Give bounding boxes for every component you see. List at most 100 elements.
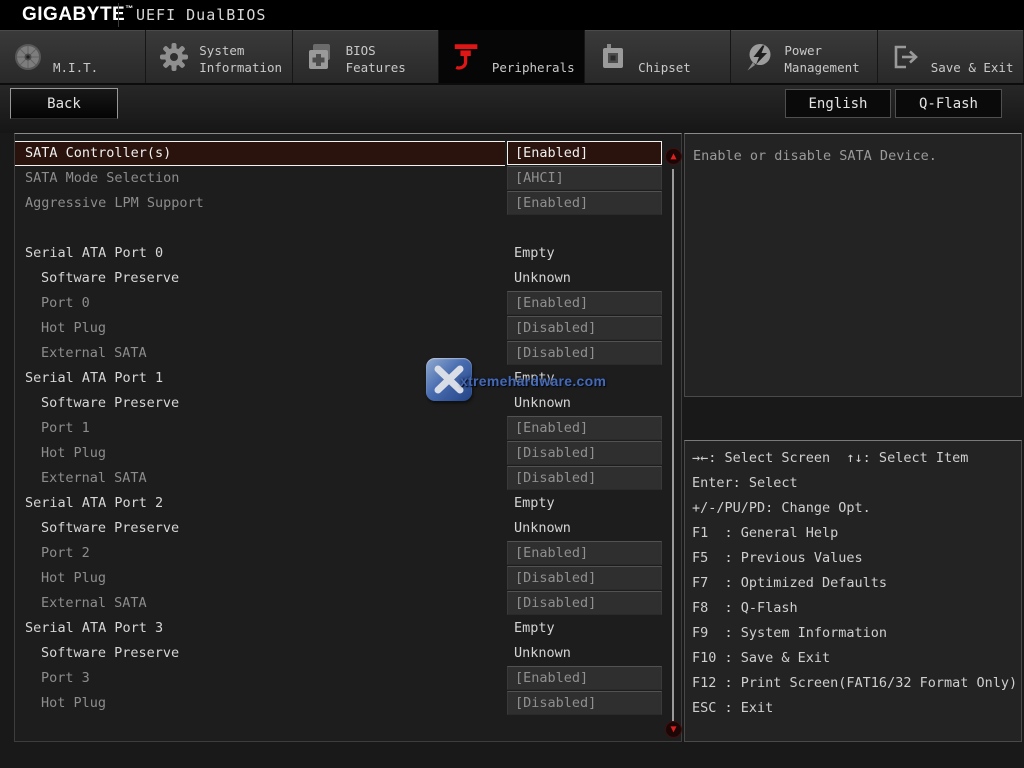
item-help-text: Enable or disable SATA Device. xyxy=(693,146,1013,166)
hotkey-line: F12 : Print Screen(FAT16/32 Format Only) xyxy=(692,671,1021,696)
setting-row[interactable]: Port 0[Enabled] xyxy=(15,291,681,316)
tab-system-information[interactable]: SystemInformation xyxy=(146,30,292,83)
header-divider xyxy=(118,3,119,27)
setting-label: Aggressive LPM Support xyxy=(15,191,507,216)
save-exit-icon xyxy=(890,41,922,73)
setting-label: Serial ATA Port 1 xyxy=(15,366,507,391)
bios-chip-icon xyxy=(305,41,337,73)
power-bolt-icon xyxy=(743,41,775,73)
setting-row[interactable]: External SATA[Disabled] xyxy=(15,341,681,366)
item-help-panel: Enable or disable SATA Device. xyxy=(684,133,1022,397)
setting-value[interactable]: [Disabled] xyxy=(507,316,662,340)
setting-value[interactable]: [Disabled] xyxy=(507,691,662,715)
setting-row[interactable]: SATA Mode Selection[AHCI] xyxy=(15,166,681,191)
back-button[interactable]: Back xyxy=(10,88,118,119)
tab-label: Peripherals xyxy=(492,38,575,76)
setting-value[interactable]: [AHCI] xyxy=(507,166,662,190)
setting-label: Software Preserve xyxy=(15,266,507,291)
setting-value: Unknown xyxy=(507,391,662,416)
setting-value[interactable]: [Enabled] xyxy=(507,291,662,315)
setting-row[interactable]: Hot Plug[Disabled] xyxy=(15,441,681,466)
setting-label: Port 0 xyxy=(15,291,507,316)
setting-value[interactable]: [Disabled] xyxy=(507,441,662,465)
setting-label: External SATA xyxy=(15,591,507,616)
tab-label: SystemInformation xyxy=(199,38,282,76)
tab-power-management[interactable]: PowerManagement xyxy=(731,30,877,83)
page-title: UEFI DualBIOS xyxy=(136,6,266,24)
setting-row[interactable]: External SATA[Disabled] xyxy=(15,466,681,491)
setting-label: Hot Plug xyxy=(15,691,507,716)
setting-label: Serial ATA Port 2 xyxy=(15,491,507,516)
setting-value[interactable]: [Enabled] xyxy=(507,416,662,440)
setting-value[interactable]: [Disabled] xyxy=(507,466,662,490)
setting-value[interactable]: [Enabled] xyxy=(507,666,662,690)
scroll-down-icon[interactable]: ▼ xyxy=(665,721,682,738)
setting-row[interactable]: Port 3[Enabled] xyxy=(15,666,681,691)
hotkey-line: F9 : System Information xyxy=(692,621,1021,646)
tab-chipset[interactable]: Chipset xyxy=(585,30,731,83)
hotkey-line: F8 : Q-Flash xyxy=(692,596,1021,621)
setting-value: Empty xyxy=(507,616,662,641)
language-button[interactable]: English xyxy=(785,89,891,118)
setting-value[interactable]: [Disabled] xyxy=(507,566,662,590)
setting-value: Unknown xyxy=(507,266,662,291)
setting-label: SATA Mode Selection xyxy=(15,166,507,191)
hotkey-line: F5 : Previous Values xyxy=(692,546,1021,571)
setting-value[interactable]: [Enabled] xyxy=(507,541,662,565)
peripherals-plug-icon xyxy=(451,41,483,73)
setting-row[interactable]: Port 2[Enabled] xyxy=(15,541,681,566)
gear-icon xyxy=(158,41,190,73)
setting-row: Serial ATA Port 1Empty xyxy=(15,366,681,391)
settings-list: SATA Controller(s)[Enabled]SATA Mode Sel… xyxy=(15,134,681,716)
setting-row[interactable]: Aggressive LPM Support[Enabled] xyxy=(15,191,681,216)
setting-value[interactable]: [Enabled] xyxy=(507,191,662,215)
setting-row[interactable]: External SATA[Disabled] xyxy=(15,591,681,616)
hotkey-line: →←: Select Screen ↑↓: Select Item xyxy=(692,446,1021,471)
setting-row: Software PreserveUnknown xyxy=(15,391,681,416)
setting-label: Hot Plug xyxy=(15,566,507,591)
setting-row: Software PreserveUnknown xyxy=(15,266,681,291)
setting-label: External SATA xyxy=(15,466,507,491)
setting-row[interactable]: Port 1[Enabled] xyxy=(15,416,681,441)
qflash-button[interactable]: Q-Flash xyxy=(895,89,1002,118)
setting-label: Hot Plug xyxy=(15,316,507,341)
hotkey-line: F10 : Save & Exit xyxy=(692,646,1021,671)
hotkey-line: F7 : Optimized Defaults xyxy=(692,571,1021,596)
bios-screen: GIGABYTE™ UEFI DualBIOS M.I.T. SystemInfo… xyxy=(0,0,1024,768)
tab-label: BIOSFeatures xyxy=(346,38,406,76)
tab-m-i-t[interactable]: M.I.T. xyxy=(0,30,146,83)
setting-row: Serial ATA Port 2Empty xyxy=(15,491,681,516)
setting-label: Port 2 xyxy=(15,541,507,566)
scrollbar-track[interactable] xyxy=(672,169,674,721)
trademark-symbol: ™ xyxy=(125,4,134,13)
setting-value[interactable]: [Disabled] xyxy=(507,341,662,365)
setting-row: Serial ATA Port 0Empty xyxy=(15,241,681,266)
setting-row[interactable]: SATA Controller(s)[Enabled] xyxy=(15,141,681,166)
setting-value: Unknown xyxy=(507,641,662,666)
setting-label: Serial ATA Port 3 xyxy=(15,616,507,641)
setting-label: SATA Controller(s) xyxy=(15,141,505,166)
tab-bios-features[interactable]: BIOSFeatures xyxy=(293,30,439,83)
row-spacer xyxy=(15,216,681,241)
hotkey-line: F1 : General Help xyxy=(692,521,1021,546)
tab-bar: M.I.T. SystemInformation BIOSFeatures Perip… xyxy=(0,30,1024,85)
setting-row[interactable]: Hot Plug[Disabled] xyxy=(15,316,681,341)
tab-save-exit[interactable]: Save & Exit xyxy=(878,30,1024,83)
tab-peripherals[interactable]: Peripherals xyxy=(439,30,585,83)
setting-value: Empty xyxy=(507,366,662,391)
hotkey-list: →←: Select Screen ↑↓: Select ItemEnter: … xyxy=(692,446,1021,721)
hotkey-line: Enter: Select xyxy=(692,471,1021,496)
setting-value[interactable]: [Disabled] xyxy=(507,591,662,615)
setting-row[interactable]: Hot Plug[Disabled] xyxy=(15,691,681,716)
setting-label: Software Preserve xyxy=(15,516,507,541)
setting-row[interactable]: Hot Plug[Disabled] xyxy=(15,566,681,591)
gigabyte-logo: GIGABYTE™ xyxy=(22,4,134,26)
setting-label: Serial ATA Port 0 xyxy=(15,241,507,266)
brand-text: GIGABYTE xyxy=(22,4,125,25)
hotkey-line: ESC : Exit xyxy=(692,696,1021,721)
dial-icon xyxy=(12,41,44,73)
setting-value[interactable]: [Enabled] xyxy=(507,141,662,165)
scroll-up-icon[interactable]: ▲ xyxy=(665,148,682,165)
setting-label: Port 1 xyxy=(15,416,507,441)
setting-value: Empty xyxy=(507,491,662,516)
